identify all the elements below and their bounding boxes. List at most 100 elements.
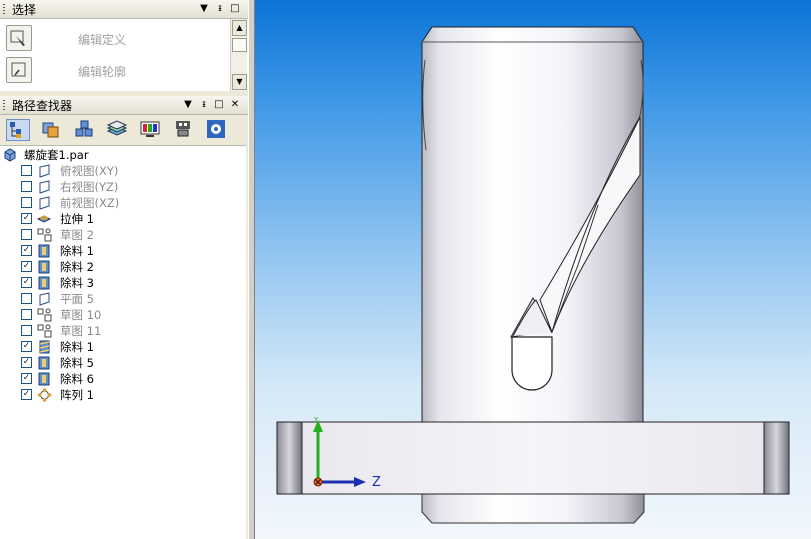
cutout-icon <box>37 260 52 274</box>
visibility-checkbox[interactable]: ✓ <box>21 245 32 256</box>
edit-profile-icon[interactable] <box>6 57 32 83</box>
tree-item[interactable]: ✓ 除料 3 <box>0 275 246 291</box>
tree-item-label: 平面 5 <box>60 292 94 306</box>
pathfinder-toolbar <box>0 115 248 145</box>
cutout-icon <box>37 356 52 370</box>
tree-item-label: 草图 11 <box>60 324 102 338</box>
grip-handle[interactable] <box>3 4 5 15</box>
visibility-checkbox[interactable] <box>21 197 32 208</box>
tree-item-label: 除料 5 <box>60 356 94 370</box>
tree-item[interactable]: 右视图(YZ) <box>0 179 246 195</box>
tree-item[interactable]: ✓ 除料 5 <box>0 355 246 371</box>
layers-icon[interactable] <box>40 119 64 141</box>
stack-icon[interactable] <box>106 119 130 141</box>
selection-pane-body: 编辑定义 编辑轮廓 <box>0 19 248 91</box>
grip-handle[interactable] <box>3 100 5 111</box>
pathfinder-title: 路径查找器 <box>12 99 73 113</box>
helical-cutout-icon <box>37 340 52 354</box>
cutout-icon <box>37 276 52 290</box>
visibility-checkbox[interactable] <box>21 293 32 304</box>
dropdown-icon[interactable]: ▼ <box>182 98 194 112</box>
pattern-icon <box>37 388 52 402</box>
tree-item-label: 除料 1 <box>60 244 94 258</box>
tree-item-label: 拉伸 1 <box>60 212 94 226</box>
edit-definition-label: 编辑定义 <box>78 33 127 47</box>
visibility-checkbox[interactable] <box>21 229 32 240</box>
sketch-icon <box>37 228 52 242</box>
visibility-checkbox[interactable] <box>21 165 32 176</box>
selection-scrollbar[interactable]: ▲ ▼ <box>230 19 247 91</box>
visibility-checkbox[interactable]: ✓ <box>21 357 32 368</box>
tree-item-label: 右视图(YZ) <box>60 180 119 194</box>
display-icon[interactable] <box>139 119 163 141</box>
visibility-checkbox[interactable] <box>21 181 32 192</box>
edit-profile-label: 编辑轮廓 <box>78 65 127 79</box>
feature-tree-icon[interactable] <box>6 119 30 141</box>
pathfinder-header: 路径查找器 ▼ ᵻ □ ✕ <box>0 96 248 115</box>
tree-item-label: 草图 10 <box>60 308 102 322</box>
visibility-checkbox[interactable]: ✓ <box>21 261 32 272</box>
pin-icon[interactable]: ᵻ <box>214 2 226 16</box>
tree-item-label: 草图 2 <box>60 228 94 242</box>
bottom-chamfer <box>421 493 645 524</box>
helical-sleeve-model <box>276 26 790 524</box>
plane-icon <box>37 180 52 194</box>
scroll-down-icon[interactable]: ▼ <box>232 74 247 90</box>
tree-item[interactable]: 草图 10 <box>0 307 246 323</box>
tree-item-label: 除料 2 <box>60 260 94 274</box>
scroll-thumb[interactable] <box>232 38 247 52</box>
visibility-checkbox[interactable] <box>21 325 32 336</box>
dropdown-icon[interactable]: ▼ <box>198 2 210 16</box>
tree-item[interactable]: 草图 2 <box>0 227 246 243</box>
base-right-edge <box>763 421 790 495</box>
edit-definition-row[interactable]: 编辑定义 <box>4 23 229 53</box>
tree-item-label: 前视图(XZ) <box>60 196 120 210</box>
selection-pane-header: 选择 ▼ ᵻ □ <box>0 0 248 19</box>
panel-splitter[interactable] <box>248 0 255 539</box>
pin-icon[interactable]: ᵻ <box>198 98 210 112</box>
root-file-label: 螺旋套1.par <box>24 148 89 162</box>
assembly-icon[interactable] <box>73 119 97 141</box>
tree-item[interactable]: ✓ 除料 1 <box>0 339 246 355</box>
visibility-checkbox[interactable]: ✓ <box>21 373 32 384</box>
tree-item-label: 除料 1 <box>60 340 94 354</box>
tree-item[interactable]: 前视图(XZ) <box>0 195 246 211</box>
robot-icon[interactable] <box>172 119 196 141</box>
model-viewport[interactable]: Z Y <box>255 0 811 539</box>
pathfinder-tree: 螺旋套1.par 俯视图(XY) 右视图(YZ) 前视图(XZ) ✓ 拉伸 1 草图 2 ✓… <box>0 145 246 539</box>
cutout-icon <box>37 244 52 258</box>
tree-root[interactable]: 螺旋套1.par <box>0 147 246 163</box>
tree-item[interactable]: ✓ 除料 1 <box>0 243 246 259</box>
scroll-up-icon[interactable]: ▲ <box>232 20 247 36</box>
tree-item[interactable]: ✓ 除料 6 <box>0 371 246 387</box>
visibility-checkbox[interactable]: ✓ <box>21 389 32 400</box>
tree-item[interactable]: ✓ 拉伸 1 <box>0 211 246 227</box>
restore-icon[interactable]: □ <box>213 98 225 112</box>
tree-item-label: 除料 6 <box>60 372 94 386</box>
visibility-checkbox[interactable]: ✓ <box>21 213 32 224</box>
tree-item[interactable]: 俯视图(XY) <box>0 163 246 179</box>
tree-item[interactable]: ✓ 阵列 1 <box>0 387 246 403</box>
tree-item[interactable]: ✓ 除料 2 <box>0 259 246 275</box>
plane-icon <box>37 196 52 210</box>
slot-hole <box>511 336 553 391</box>
z-axis-label: Z <box>372 475 381 490</box>
tree-item[interactable]: 平面 5 <box>0 291 246 307</box>
visibility-checkbox[interactable]: ✓ <box>21 277 32 288</box>
sketch-icon <box>37 308 52 322</box>
restore-icon[interactable]: □ <box>229 2 241 16</box>
edit-definition-icon[interactable] <box>6 25 32 51</box>
settings-icon[interactable] <box>205 119 229 141</box>
edit-profile-row[interactable]: 编辑轮廓 <box>4 55 229 85</box>
y-axis-label: Y <box>314 416 319 424</box>
tree-item[interactable]: 草图 11 <box>0 323 246 339</box>
extrude-icon <box>36 212 52 226</box>
base-left-edge <box>276 421 303 495</box>
part-file-icon <box>3 148 17 162</box>
visibility-checkbox[interactable]: ✓ <box>21 341 32 352</box>
visibility-checkbox[interactable] <box>21 309 32 320</box>
selection-pane-title: 选择 <box>12 3 37 17</box>
close-icon[interactable]: ✕ <box>229 98 241 112</box>
plane-icon <box>37 292 52 306</box>
sketch-icon <box>37 324 52 338</box>
